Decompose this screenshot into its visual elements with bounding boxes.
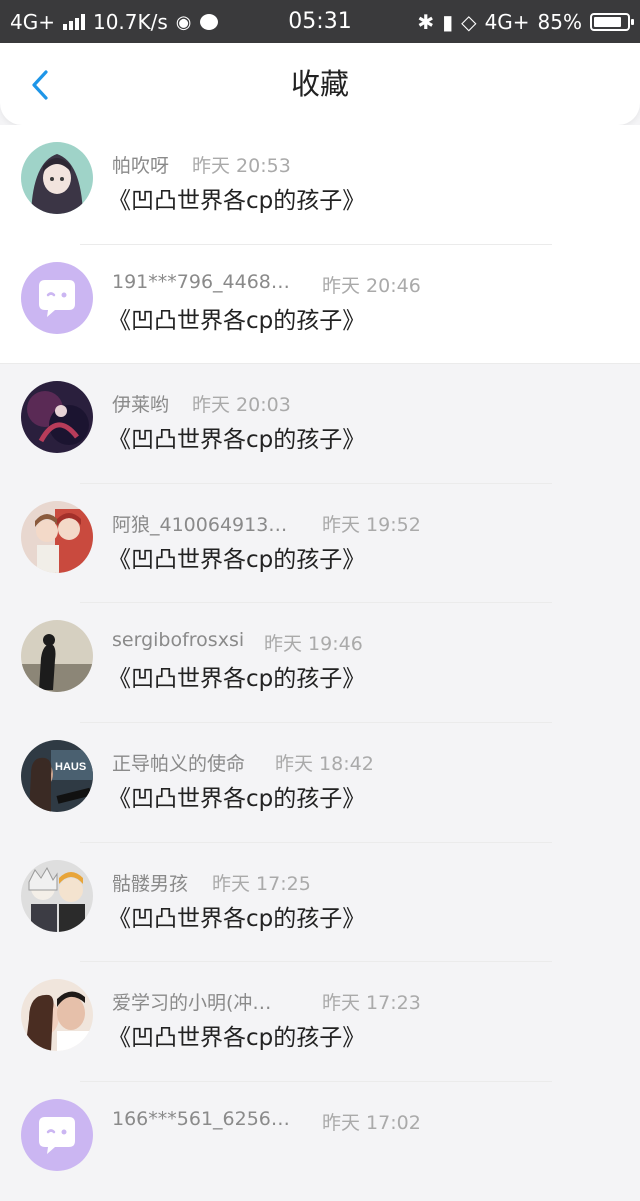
avatar[interactable] [21,500,93,573]
item-meta: 阿狼_410064913… 昨天 19:52 [112,506,532,536]
list-item[interactable]: 166***561_6256… 昨天 17:02 [0,1082,640,1201]
timestamp: 昨天 20:53 [192,155,291,177]
avatar[interactable] [21,620,93,693]
avatar[interactable] [21,859,93,932]
item-subject: 《凹凸世界各cp的孩子》 [108,1025,366,1052]
user-name: 爱学习的小明(冲… [112,992,272,1015]
item-subject: 《凹凸世界各cp的孩子》 [108,666,366,693]
user-name: 正导帕义的使命 [112,752,246,775]
timestamp: 昨天 20:03 [192,394,291,417]
item-subject: 《凹凸世界各cp的孩子》 [108,307,366,334]
timestamp: 昨天 19:46 [264,633,363,656]
item-subject: 《凹凸世界各cp的孩子》 [108,785,366,812]
vibrate-icon: ▮ [442,10,454,34]
timestamp: 昨天 17:25 [212,872,311,895]
user-name: 骷髅男孩 [112,872,189,895]
item-meta: 爱学习的小明(冲… 昨天 17:23 [112,984,532,1014]
user-name: 166***561_6256… [112,1107,290,1130]
favorites-list: 帕吹呀 昨天 20:53 《凹凸世界各cp的孩子》 191***796_4468… [0,125,640,1201]
bluetooth-icon: ✱ [417,10,435,34]
user-name: 阿狼_410064913… [112,513,288,536]
item-meta: sergibofrosxsi 昨天 19:46 [112,625,532,655]
list-item[interactable]: sergibofrosxsi 昨天 19:46 《凹凸世界各cp的孩子》 [0,603,640,723]
list-item[interactable]: HAUS 正导帕义的使命 昨天 18:42 《凹凸世界各cp的孩子》 [0,723,640,843]
avatar[interactable] [21,142,93,214]
battery-percent: 85% [537,10,582,34]
wifi-icon: ◇ [461,10,477,34]
avatar[interactable] [21,1098,93,1171]
item-meta: 166***561_6256… 昨天 17:02 [112,1104,532,1134]
item-meta: 伊莱哟 昨天 20:03 [112,386,532,416]
avatar[interactable] [21,381,93,454]
item-subject: 《凹凸世界各cp的孩子》 [108,188,366,214]
avatar-text: HAUS [55,761,86,773]
network-label-right: 4G+ [484,10,530,34]
item-meta: 帕吹呀 昨天 20:53 [112,147,532,177]
timestamp: 昨天 17:02 [322,1111,421,1134]
user-name: 伊莱哟 [112,394,170,417]
battery-icon [590,13,634,31]
page-title: 收藏 [290,67,349,101]
list-item[interactable]: 阿狼_410064913… 昨天 19:52 《凹凸世界各cp的孩子》 [0,484,640,604]
user-name: sergibofrosxsi [112,629,245,652]
list-item[interactable]: 191***796_4468… 昨天 20:46 《凹凸世界各cp的孩子》 [0,244,640,365]
status-right: ✱ ▮ ◇ 4G+ 85% [417,9,634,35]
user-name: 191***796_4468… [112,270,290,293]
timestamp: 昨天 19:52 [322,513,421,536]
item-meta: 骷髅男孩 昨天 17:25 [112,865,532,895]
avatar[interactable] [21,261,93,334]
item-subject: 《凹凸世界各cp的孩子》 [108,905,366,932]
timestamp: 昨天 20:46 [322,274,421,297]
list-item[interactable]: 伊莱哟 昨天 20:03 《凹凸世界各cp的孩子》 [0,364,640,484]
avatar[interactable]: HAUS [21,739,93,812]
item-subject: 《凹凸世界各cp的孩子》 [108,427,366,454]
list-item[interactable]: 帕吹呀 昨天 20:53 《凹凸世界各cp的孩子》 [0,125,640,245]
list-item[interactable]: 爱学习的小明(冲… 昨天 17:23 《凹凸世界各cp的孩子》 [0,962,640,1082]
status-bar: 4G+ 10.7K/s ◉ 05:31 ✱ ▮ ◇ 4G+ 85% [0,0,640,43]
avatar[interactable] [21,979,93,1052]
user-name: 帕吹呀 [112,155,170,177]
item-meta: 191***796_4468… 昨天 20:46 [112,267,532,297]
item-meta: 正导帕义的使命 昨天 18:42 [112,745,532,775]
timestamp: 昨天 18:42 [275,752,374,775]
timestamp: 昨天 17:23 [322,992,421,1015]
item-subject: 《凹凸世界各cp的孩子》 [108,546,366,573]
list-item[interactable]: 骷髅男孩 昨天 17:25 《凹凸世界各cp的孩子》 [0,843,640,963]
nav-bar: 收藏 [0,43,640,125]
